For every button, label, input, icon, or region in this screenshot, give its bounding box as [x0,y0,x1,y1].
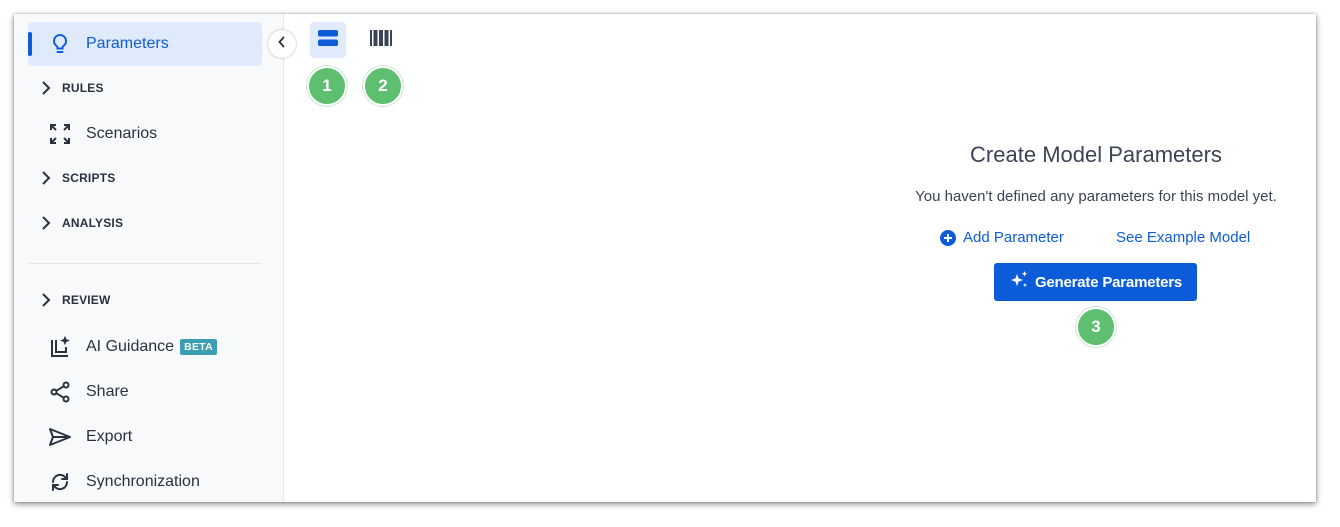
empty-state-description: You haven't defined any parameters for t… [915,188,1277,205]
sidebar-item-label: Parameters [86,35,169,52]
step-badge: 3 [1076,307,1116,347]
sidebar-item-synchronization[interactable]: Synchronization [28,460,262,502]
list-view-icon [318,29,338,52]
chevron-right-icon [38,170,54,186]
sidebar: Parameters RULES Scenarios SCRIPTS ANALY… [14,14,284,502]
add-parameter-label: Add Parameter [963,229,1064,246]
sidebar-section-label: RULES [62,81,104,95]
sidebar-section-scripts[interactable]: SCRIPTS [28,156,262,200]
sidebar-item-label: Share [86,383,129,400]
chevron-left-icon [278,35,286,53]
sidebar-item-share[interactable]: Share [28,370,262,414]
sparkle-icon [1009,271,1035,293]
sidebar-section-rules[interactable]: RULES [28,66,262,110]
sidebar-section-review[interactable]: REVIEW [28,278,262,322]
share-icon [48,380,72,404]
sidebar-item-export[interactable]: Export [28,415,262,459]
plus-circle-icon [940,229,956,246]
see-example-model-link[interactable]: See Example Model [1116,229,1250,246]
sidebar-section-label: REVIEW [62,293,111,307]
sidebar-item-ai-guidance[interactable]: AI Guidance BETA [28,325,262,369]
sidebar-divider [28,263,262,264]
step-badge: 1 [307,66,347,106]
collapse-sidebar-button[interactable] [268,30,296,58]
sidebar-item-label: Scenarios [86,125,158,142]
ai-guidance-icon [48,335,72,359]
column-view-button[interactable] [363,22,399,58]
chevron-right-icon [38,292,54,308]
step-badge: 2 [363,66,403,106]
column-view-icon [370,29,392,51]
generate-parameters-label: Generate Parameters [1034,273,1183,291]
sidebar-section-analysis[interactable]: ANALYSIS [28,201,262,245]
add-parameter-link[interactable]: Add Parameter [940,229,1064,246]
lightbulb-icon [48,32,72,56]
beta-badge: BETA [180,339,218,355]
list-view-button[interactable] [310,22,346,58]
send-icon [48,425,72,449]
sidebar-item-label: Synchronization [86,473,200,490]
see-example-label: See Example Model [1116,229,1251,246]
expand-arrows-icon [48,122,72,146]
sidebar-item-scenarios[interactable]: Scenarios [28,112,262,156]
chevron-right-icon [38,80,54,96]
sidebar-item-label: AI Guidance [86,338,175,355]
empty-state-title: Create Model Parameters [970,142,1222,167]
sidebar-section-label: SCRIPTS [62,171,116,185]
sidebar-item-label: Export [86,428,133,445]
sidebar-section-label: ANALYSIS [62,216,124,230]
sync-icon [48,470,72,494]
sidebar-item-parameters[interactable]: Parameters [28,22,262,66]
app-window: Parameters RULES Scenarios SCRIPTS ANALY… [14,14,1316,502]
chevron-right-icon [38,215,54,231]
generate-parameters-button[interactable]: Generate Parameters [994,263,1197,301]
